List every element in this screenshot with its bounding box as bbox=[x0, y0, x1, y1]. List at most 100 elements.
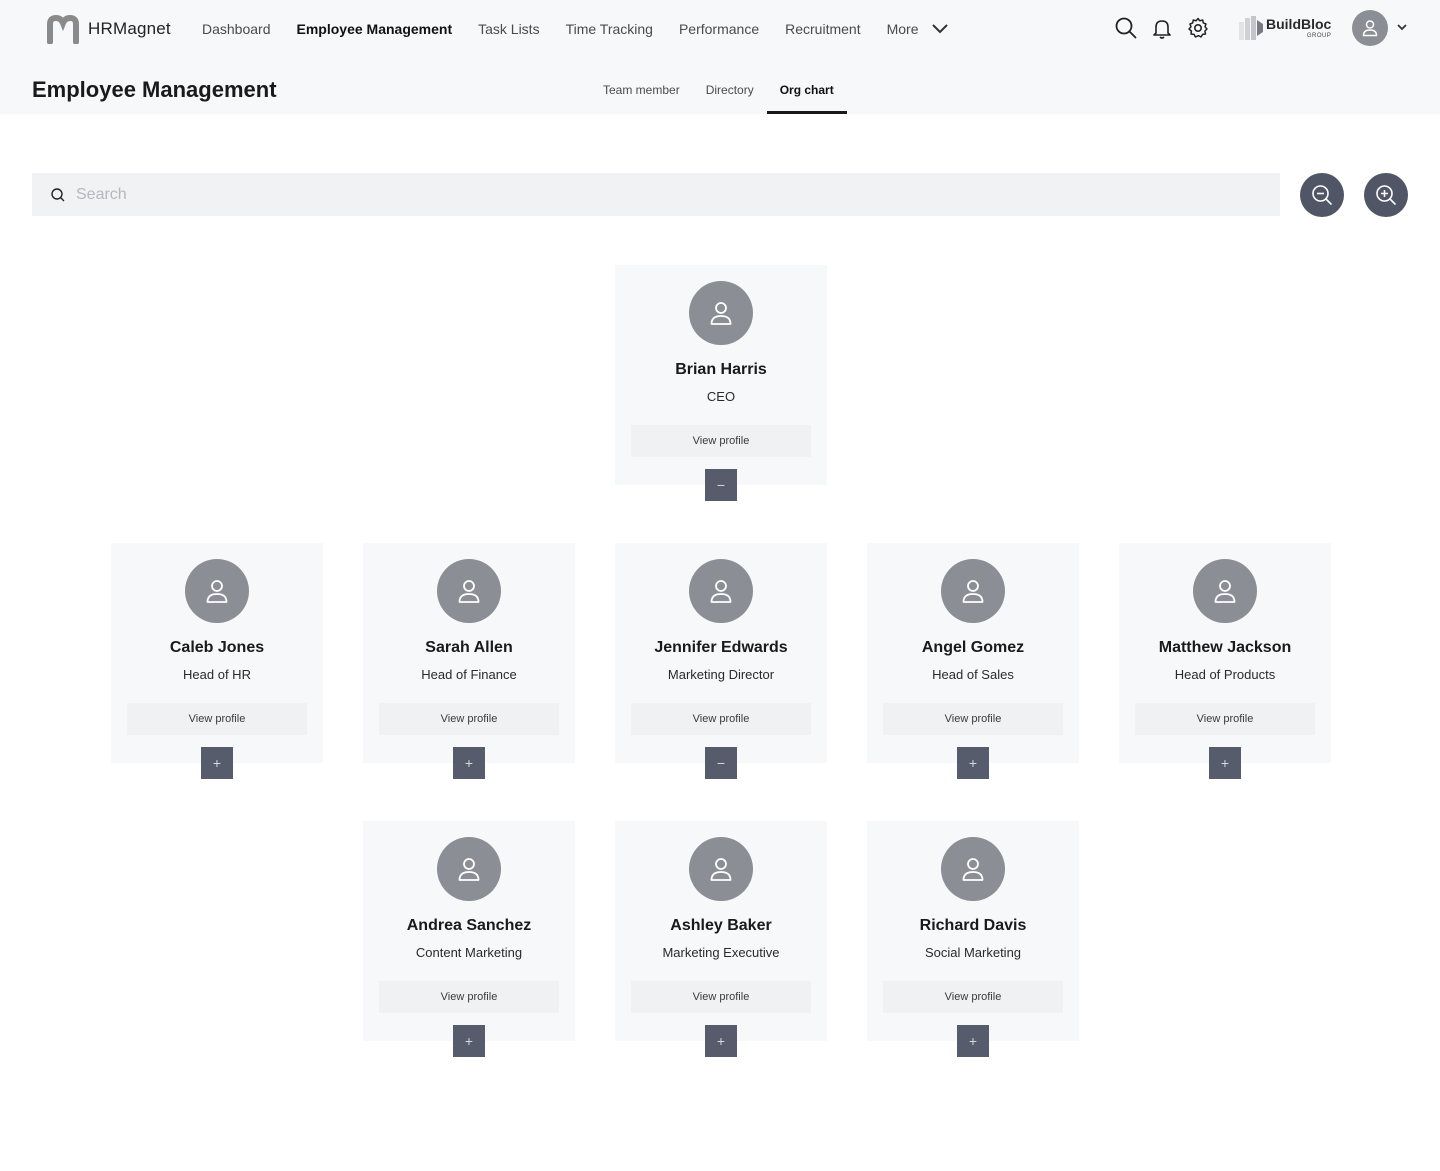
nav-performance[interactable]: Performance bbox=[679, 21, 759, 37]
employee-card: Brian Harris CEO View profile − bbox=[615, 265, 827, 501]
expand-button[interactable]: + bbox=[705, 1025, 737, 1057]
collapse-button[interactable]: − bbox=[705, 747, 737, 779]
header-actions bbox=[1114, 16, 1222, 40]
company-brand: BuildBloc GROUP bbox=[1238, 14, 1331, 42]
expand-button[interactable]: + bbox=[453, 1025, 485, 1057]
employee-avatar bbox=[941, 559, 1005, 623]
employee-role: Content Marketing bbox=[415, 945, 523, 960]
employee-name: Andrea Sanchez bbox=[406, 917, 532, 934]
employee-name: Ashley Baker bbox=[670, 917, 772, 934]
employee-role: Marketing Executive bbox=[662, 945, 780, 960]
employee-name: Brian Harris bbox=[675, 361, 767, 378]
user-icon bbox=[710, 302, 732, 325]
nav-time-tracking[interactable]: Time Tracking bbox=[566, 21, 653, 37]
expand-button[interactable]: + bbox=[1209, 747, 1241, 779]
employee-card: Matthew Jackson Head of Products View prof… bbox=[1119, 543, 1331, 779]
user-avatar[interactable] bbox=[1352, 10, 1388, 46]
employee-avatar bbox=[437, 559, 501, 623]
employee-role: Marketing Director bbox=[667, 667, 775, 682]
employee-avatar bbox=[185, 559, 249, 623]
search-icon bbox=[51, 187, 65, 201]
employee-name: Caleb Jones bbox=[169, 639, 265, 656]
view-profile-button[interactable]: View profile bbox=[379, 703, 559, 735]
employee-name: Richard Davis bbox=[919, 917, 1027, 934]
employee-card: Richard Davis Social Marketing View profil… bbox=[867, 821, 1079, 1057]
user-icon bbox=[1362, 20, 1378, 37]
page-title: Employee Management bbox=[32, 77, 277, 102]
nav-employee-management[interactable]: Employee Management bbox=[297, 21, 453, 37]
employee-avatar bbox=[941, 837, 1005, 901]
top-header: HRMagnet Dashboard Employee Management T… bbox=[0, 0, 1440, 114]
user-icon bbox=[710, 580, 732, 603]
nav-task-lists[interactable]: Task Lists bbox=[478, 21, 539, 37]
employee-card: Caleb Jones Head of HR View profile + bbox=[111, 543, 323, 779]
nav-dashboard[interactable]: Dashboard bbox=[202, 21, 271, 37]
employee-role: Head of HR bbox=[183, 667, 251, 682]
zoom-in-button[interactable] bbox=[1364, 173, 1408, 217]
buildbloc-logo-icon bbox=[1239, 16, 1263, 40]
user-icon bbox=[458, 858, 480, 881]
employee-card: Ashley Baker Marketing Executive View prof… bbox=[615, 821, 827, 1057]
subtabs: Team member Directory Org chart bbox=[590, 80, 847, 114]
employee-role: Social Marketing bbox=[924, 945, 1022, 960]
user-icon bbox=[962, 580, 984, 603]
app-name: HRMagnet bbox=[88, 19, 171, 38]
expand-button[interactable]: + bbox=[957, 747, 989, 779]
tab-directory[interactable]: Directory bbox=[693, 80, 767, 114]
brand-name: BuildBloc bbox=[1266, 16, 1332, 32]
employee-name: Angel Gomez bbox=[921, 639, 1025, 656]
search-icon[interactable] bbox=[1114, 16, 1138, 40]
employee-card: Andrea Sanchez Content Marketing View prof… bbox=[363, 821, 575, 1057]
bell-icon[interactable] bbox=[1150, 16, 1174, 40]
expand-button[interactable]: + bbox=[453, 747, 485, 779]
zoom-out-icon bbox=[1312, 185, 1332, 205]
view-profile-button[interactable]: View profile bbox=[631, 425, 811, 457]
user-icon bbox=[458, 580, 480, 603]
zoom-out-button[interactable] bbox=[1300, 173, 1344, 217]
employee-avatar bbox=[689, 837, 753, 901]
tab-team-member[interactable]: Team member bbox=[590, 80, 693, 114]
user-icon bbox=[1214, 580, 1236, 603]
view-profile-button[interactable]: View profile bbox=[379, 981, 559, 1013]
employee-avatar bbox=[689, 281, 753, 345]
employee-role: Head of Finance bbox=[421, 667, 517, 682]
expand-button[interactable]: + bbox=[201, 747, 233, 779]
hrmagnet-logo-icon bbox=[47, 14, 79, 44]
employee-card: Jennifer Edwards Marketing Director View p… bbox=[615, 543, 827, 779]
view-profile-button[interactable]: View profile bbox=[883, 981, 1063, 1013]
search-input[interactable] bbox=[76, 185, 1226, 204]
employee-role: CEO bbox=[706, 389, 736, 404]
chevron-down-icon[interactable] bbox=[1396, 22, 1408, 32]
employee-card: Angel Gomez Head of Sales View profile + bbox=[867, 543, 1079, 779]
view-profile-button[interactable]: View profile bbox=[127, 703, 307, 735]
employee-role: Head of Sales bbox=[932, 667, 1014, 682]
user-icon bbox=[206, 580, 228, 603]
gear-icon[interactable] bbox=[1186, 16, 1210, 40]
user-icon bbox=[962, 858, 984, 881]
expand-button[interactable]: + bbox=[957, 1025, 989, 1057]
view-profile-button[interactable]: View profile bbox=[883, 703, 1063, 735]
view-profile-button[interactable]: View profile bbox=[631, 981, 811, 1013]
employee-name: Sarah Allen bbox=[425, 639, 513, 656]
nav-recruitment[interactable]: Recruitment bbox=[785, 21, 860, 37]
employee-role: Head of Products bbox=[1174, 667, 1276, 682]
employee-avatar bbox=[437, 837, 501, 901]
employee-card: Sarah Allen Head of Finance View profile + bbox=[363, 543, 575, 779]
nav-more[interactable]: More bbox=[887, 21, 949, 37]
chevron-down-icon bbox=[931, 24, 948, 34]
view-profile-button[interactable]: View profile bbox=[1135, 703, 1315, 735]
tab-org-chart[interactable]: Org chart bbox=[766, 80, 847, 114]
employee-avatar bbox=[1193, 559, 1257, 623]
main-nav: Dashboard Employee Management Task Lists… bbox=[202, 18, 949, 40]
user-icon bbox=[710, 858, 732, 881]
employee-avatar bbox=[689, 559, 753, 623]
employee-name: Matthew Jackson bbox=[1158, 639, 1292, 656]
collapse-button[interactable]: − bbox=[705, 469, 737, 501]
view-profile-button[interactable]: View profile bbox=[631, 703, 811, 735]
search-bar bbox=[32, 173, 1280, 216]
zoom-in-icon bbox=[1376, 185, 1396, 205]
brand-sub: GROUP bbox=[1306, 33, 1332, 39]
app-logo[interactable]: HRMagnet bbox=[46, 14, 171, 44]
employee-name: Jennifer Edwards bbox=[654, 639, 788, 656]
nav-more-label: More bbox=[886, 21, 919, 37]
